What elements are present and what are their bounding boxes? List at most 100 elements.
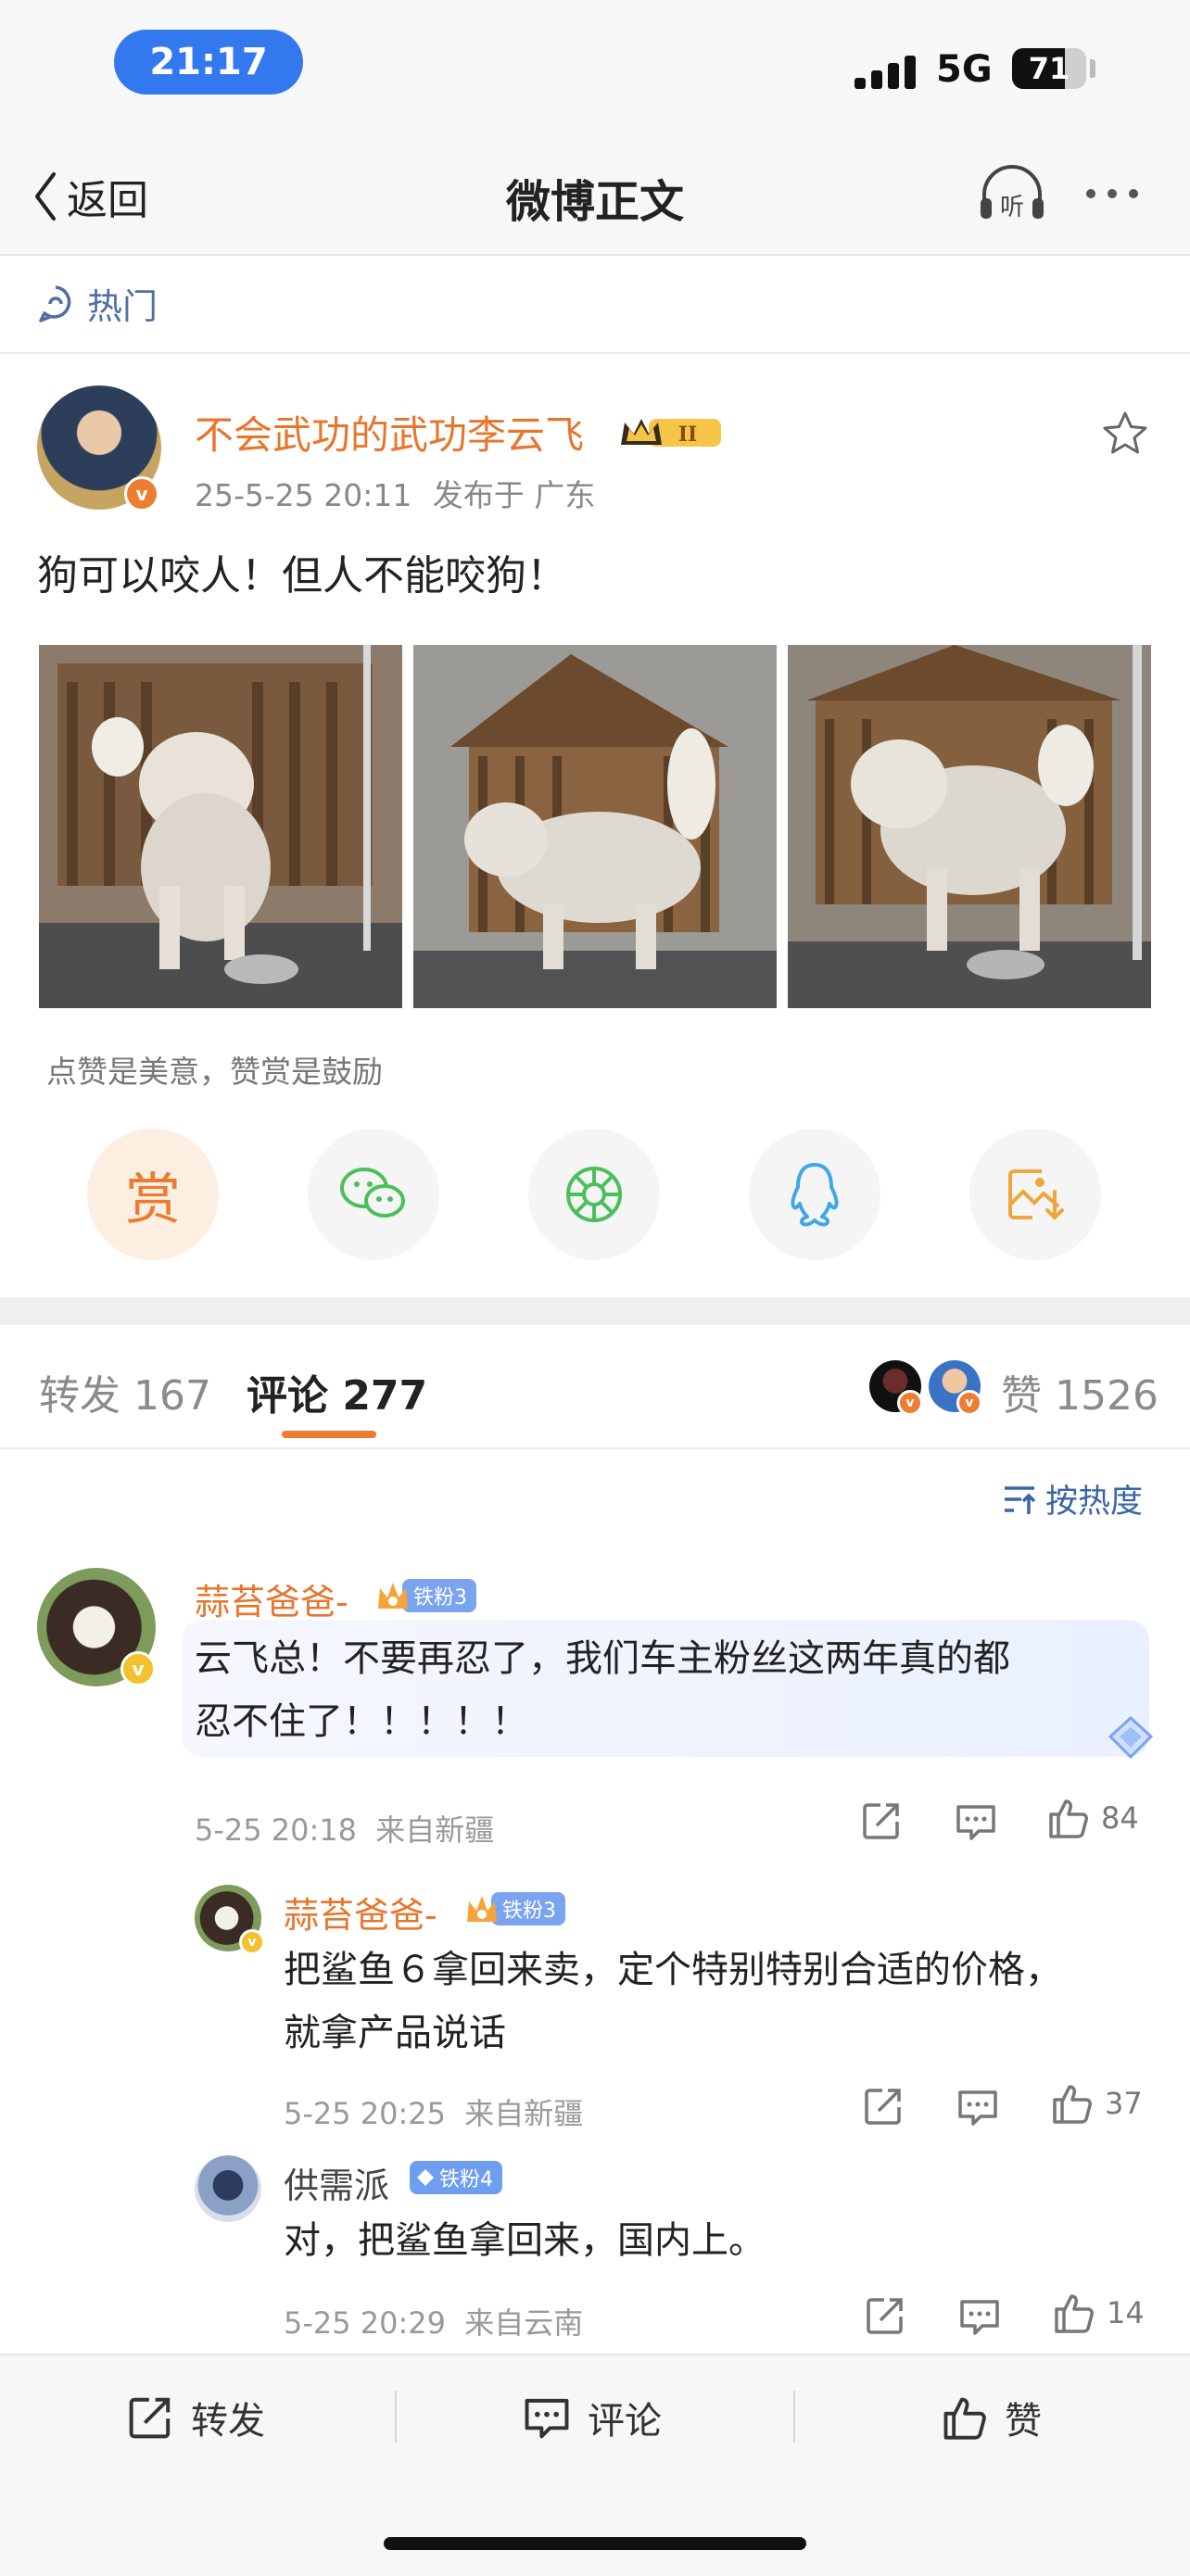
reply-location: 来自云南 xyxy=(464,2305,584,2341)
dog-photo xyxy=(788,645,1151,1008)
reply-meta: 5-25 20:29 来自云南 xyxy=(284,2300,583,2342)
reward-tip: 点赞是美意，赞赏是鼓励 xyxy=(46,1054,383,1090)
back-button[interactable]: 返回 xyxy=(32,167,148,226)
wechat-icon xyxy=(340,1168,405,1218)
hot-label: 热门 xyxy=(87,286,158,327)
verified-badge-icon: v xyxy=(239,1929,265,1955)
listen-button[interactable]: 听 xyxy=(977,163,1047,222)
reply-comment-button[interactable] xyxy=(958,2296,1001,2337)
post-text: 狗可以咬人！但人不能咬狗！ xyxy=(37,552,567,600)
repost-label: 转发 xyxy=(191,2400,265,2443)
comment-label: 评论 xyxy=(588,2400,662,2443)
comment-share-button[interactable] xyxy=(860,1799,903,1842)
dot-icon xyxy=(1108,189,1117,198)
verified-badge-icon: v xyxy=(124,476,159,511)
reply-like-count: 37 xyxy=(1105,2086,1143,2121)
like-button[interactable]: 赞 xyxy=(940,2391,1042,2444)
tab-comment[interactable]: 评论 277 xyxy=(247,1362,427,1421)
replier-name[interactable]: 供需派 xyxy=(284,2157,389,2208)
save-image-button[interactable] xyxy=(969,1129,1101,1260)
comment-icon xyxy=(525,2398,569,2439)
post-image-3[interactable] xyxy=(788,645,1151,1008)
comment-icon xyxy=(958,2090,997,2126)
reply-text-line-2: 就拿产品说话 xyxy=(284,2012,506,2054)
battery-tip xyxy=(1090,59,1095,78)
hot-icon xyxy=(39,284,71,322)
fan-badge-label: 铁粉4 xyxy=(439,2168,493,2191)
reply-location: 来自新疆 xyxy=(464,2096,584,2131)
reward-button[interactable]: 赏 xyxy=(87,1129,219,1260)
post-image-2[interactable] xyxy=(413,645,777,1008)
hot-section xyxy=(0,256,1190,354)
like-label: 赞 xyxy=(1005,2400,1042,2443)
comment-time: 5-25 20:18 xyxy=(195,1812,358,1848)
fan-badge: 铁粉3 xyxy=(463,1890,565,1927)
verified-badge-icon: v xyxy=(956,1390,982,1416)
favorite-button[interactable] xyxy=(1099,408,1151,460)
listen-icon-text: 听 xyxy=(1000,194,1024,221)
comment-icon xyxy=(960,2300,999,2335)
comment-like-count: 84 xyxy=(1101,1800,1139,1836)
reply-text: 对，把鲨鱼拿回来，国内上。 xyxy=(284,2219,766,2262)
battery-level: 71 xyxy=(1028,51,1070,86)
crown-icon: II xyxy=(621,419,721,447)
more-button[interactable] xyxy=(1086,170,1157,217)
replier-avatar[interactable] xyxy=(195,2155,261,2222)
comment-like-button[interactable]: 84 xyxy=(1045,1796,1139,1840)
save-image-icon xyxy=(1008,1169,1064,1220)
level-badge-text: II xyxy=(678,423,698,447)
reply-time: 5-25 20:25 xyxy=(284,2096,447,2131)
tab-repost[interactable]: 转发 167 xyxy=(39,1362,211,1421)
reply-share-button[interactable] xyxy=(864,2294,906,2337)
post-image-1[interactable] xyxy=(39,645,402,1008)
dog-photo xyxy=(413,645,777,1008)
diamond-icon xyxy=(1103,1714,1158,1764)
battery-icon: 71 xyxy=(1012,48,1086,89)
repost-button[interactable]: 转发 xyxy=(126,2391,265,2444)
share-moments-button[interactable] xyxy=(528,1129,660,1260)
back-label: 返回 xyxy=(67,177,148,224)
comment-text-line-1: 云飞总！不要再忍了，我们车主粉丝这两年真的都 xyxy=(195,1637,1010,1680)
dot-icon xyxy=(1086,189,1095,198)
fan-badge: 铁粉3 xyxy=(374,1577,476,1614)
comment-button[interactable]: 评论 xyxy=(523,2391,662,2444)
section-divider xyxy=(0,1297,1190,1325)
reply-like-count: 14 xyxy=(1107,2295,1145,2330)
thumbs-up-icon xyxy=(1049,1799,1088,1838)
hot-tag[interactable]: 热门 xyxy=(37,278,158,329)
replier-name[interactable]: 蒜苔爸爸- xyxy=(284,1887,437,1938)
reply-meta: 5-25 20:25 来自新疆 xyxy=(284,2090,583,2133)
share-icon xyxy=(129,2397,171,2439)
share-wechat-button[interactable] xyxy=(308,1129,439,1260)
fan-badge-label: 铁粉3 xyxy=(402,1579,476,1612)
home-indicator xyxy=(384,2537,806,2550)
reply-share-button[interactable] xyxy=(862,2085,905,2128)
verified-badge-icon: v xyxy=(897,1390,923,1416)
sort-icon xyxy=(1005,1485,1036,1514)
tab-like[interactable]: 赞 1526 xyxy=(1001,1362,1158,1421)
reply-like-button[interactable]: 14 xyxy=(1051,2291,1145,2335)
post-time: 25-5-25 20:11 xyxy=(195,477,412,513)
author-name[interactable]: 不会武功的武功李云飞 xyxy=(195,404,584,461)
fan-badge-label: 铁粉3 xyxy=(491,1892,565,1926)
crown-icon xyxy=(467,1896,497,1922)
thumbs-up-icon xyxy=(943,2397,986,2440)
post-location: 发布于 广东 xyxy=(432,477,596,513)
diamond-badge-icon xyxy=(417,2169,434,2186)
share-qq-button[interactable] xyxy=(749,1129,880,1260)
reply-like-button[interactable]: 37 xyxy=(1049,2081,1143,2126)
sort-button[interactable]: 按热度 xyxy=(1001,1475,1143,1522)
qq-icon xyxy=(791,1163,839,1227)
reply-text-line-1: 把鲨鱼６拿回来卖，定个特别特别合适的价格， xyxy=(284,1949,1062,1991)
commenter-name[interactable]: 蒜苔爸爸- xyxy=(195,1573,348,1624)
comment-reply-button[interactable] xyxy=(955,1801,997,1842)
star-icon xyxy=(1103,411,1147,454)
thumbs-up-icon xyxy=(1053,2085,1092,2124)
crown-icon xyxy=(378,1583,408,1609)
comment-icon xyxy=(956,1805,995,1840)
verified-badge-icon: v xyxy=(120,1651,156,1686)
tab-active-indicator xyxy=(282,1431,376,1438)
reply-comment-button[interactable] xyxy=(956,2087,999,2128)
signal-icon xyxy=(855,48,921,89)
divider xyxy=(395,2391,397,2443)
